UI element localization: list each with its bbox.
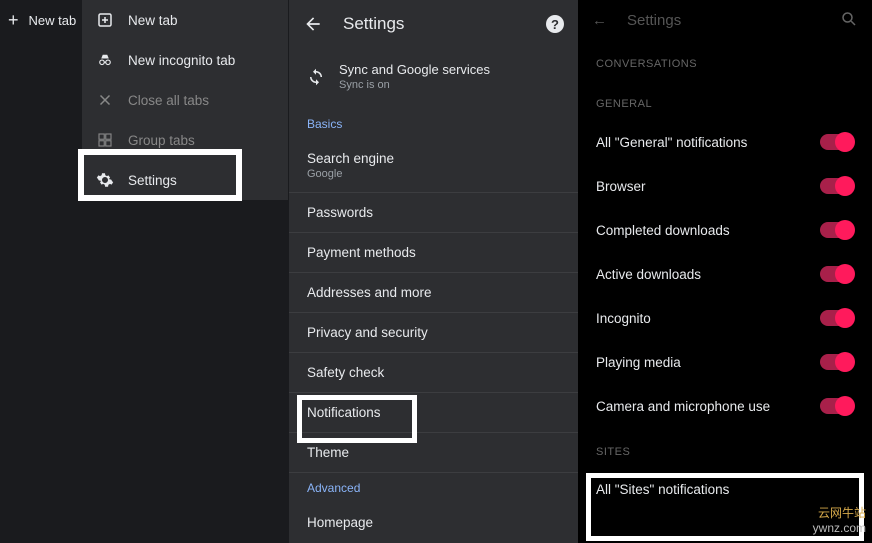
toggle[interactable] — [820, 222, 854, 238]
row-incognito[interactable]: Incognito — [578, 296, 872, 340]
sync-icon — [307, 68, 325, 86]
row-label: Payment methods — [307, 245, 416, 260]
menu-item-group-tabs[interactable]: Group tabs — [82, 120, 288, 160]
incognito-icon — [96, 51, 114, 69]
row-label: Passwords — [307, 205, 373, 220]
toggle[interactable] — [820, 398, 854, 414]
section-conversations: CONVERSATIONS — [578, 40, 872, 80]
panel-settings: Settings ? Sync and Google services Sync… — [288, 0, 578, 543]
new-tab-button[interactable]: + New tab — [8, 10, 76, 31]
menu-item-settings[interactable]: Settings — [82, 160, 288, 200]
row-active-downloads[interactable]: Active downloads — [578, 252, 872, 296]
row-label: Playing media — [596, 355, 681, 370]
row-label: Safety check — [307, 365, 384, 380]
watermark-line2: ywnz.com — [813, 521, 866, 537]
section-sites: SITES — [578, 428, 872, 468]
menu-label: Settings — [128, 173, 177, 188]
gear-icon — [96, 171, 114, 189]
row-label: Incognito — [596, 311, 651, 326]
menu-item-close-all[interactable]: Close all tabs — [82, 80, 288, 120]
panel-tabs: + New tab New tab New incognito tab Clos… — [0, 0, 288, 543]
row-playing-media[interactable]: Playing media — [578, 340, 872, 384]
group-icon — [96, 131, 114, 149]
row-sub: Google — [307, 168, 560, 180]
menu-label: Group tabs — [128, 133, 195, 148]
section-general: GENERAL — [578, 80, 872, 120]
row-label: All "General" notifications — [596, 135, 747, 150]
back-icon[interactable] — [303, 14, 323, 34]
settings-header: Settings ? — [289, 0, 578, 48]
new-tab-label: New tab — [29, 13, 77, 28]
row-all-sites[interactable]: All "Sites" notifications — [578, 468, 872, 511]
notif-header: ← Settings — [578, 0, 872, 40]
row-label: Privacy and security — [307, 325, 428, 340]
row-addresses[interactable]: Addresses and more — [289, 273, 578, 313]
close-icon — [96, 91, 114, 109]
row-label: Completed downloads — [596, 223, 730, 238]
row-privacy[interactable]: Privacy and security — [289, 313, 578, 353]
watermark: 云网牛站 ywnz.com — [813, 506, 866, 537]
toggle[interactable] — [820, 266, 854, 282]
row-label: Active downloads — [596, 267, 701, 282]
help-icon[interactable]: ? — [546, 15, 564, 33]
menu-label: New tab — [128, 13, 178, 28]
row-label: Homepage — [307, 515, 373, 530]
row-camera-mic[interactable]: Camera and microphone use — [578, 384, 872, 428]
sync-sub: Sync is on — [339, 79, 490, 91]
row-label: Browser — [596, 179, 646, 194]
row-homepage[interactable]: Homepage — [289, 503, 578, 542]
section-advanced: Advanced — [289, 473, 578, 503]
row-safety[interactable]: Safety check — [289, 353, 578, 393]
menu-label: Close all tabs — [128, 93, 209, 108]
menu-item-incognito[interactable]: New incognito tab — [82, 40, 288, 80]
row-all-general[interactable]: All "General" notifications — [578, 120, 872, 164]
toggle[interactable] — [820, 310, 854, 326]
overflow-menu: New tab New incognito tab Close all tabs… — [82, 0, 288, 200]
row-completed-downloads[interactable]: Completed downloads — [578, 208, 872, 252]
menu-label: New incognito tab — [128, 53, 235, 68]
toggle[interactable] — [820, 354, 854, 370]
section-basics: Basics — [289, 109, 578, 139]
row-notifications[interactable]: Notifications — [289, 393, 578, 433]
row-browser[interactable]: Browser — [578, 164, 872, 208]
row-search-engine[interactable]: Search engine Google — [289, 139, 578, 193]
search-icon[interactable] — [840, 10, 858, 28]
menu-item-new-tab[interactable]: New tab — [82, 0, 288, 40]
row-label: Camera and microphone use — [596, 399, 770, 414]
row-theme[interactable]: Theme — [289, 433, 578, 473]
row-label: Notifications — [307, 405, 381, 420]
sync-title: Sync and Google services — [339, 62, 490, 77]
sync-text: Sync and Google services Sync is on — [339, 62, 490, 91]
row-label: Theme — [307, 445, 349, 460]
new-tab-icon — [96, 11, 114, 29]
row-label: Search engine — [307, 151, 560, 166]
watermark-line1: 云网牛站 — [813, 506, 866, 522]
row-label: Addresses and more — [307, 285, 432, 300]
sync-row[interactable]: Sync and Google services Sync is on — [289, 48, 578, 109]
row-payment[interactable]: Payment methods — [289, 233, 578, 273]
notif-title: Settings — [627, 12, 681, 29]
panel-notifications: ← Settings CONVERSATIONS GENERAL All "Ge… — [578, 0, 872, 543]
plus-icon: + — [8, 10, 19, 31]
row-label: All "Sites" notifications — [596, 482, 729, 497]
settings-title: Settings — [343, 14, 404, 34]
row-passwords[interactable]: Passwords — [289, 193, 578, 233]
toggle[interactable] — [820, 178, 854, 194]
toggle[interactable] — [820, 134, 854, 150]
